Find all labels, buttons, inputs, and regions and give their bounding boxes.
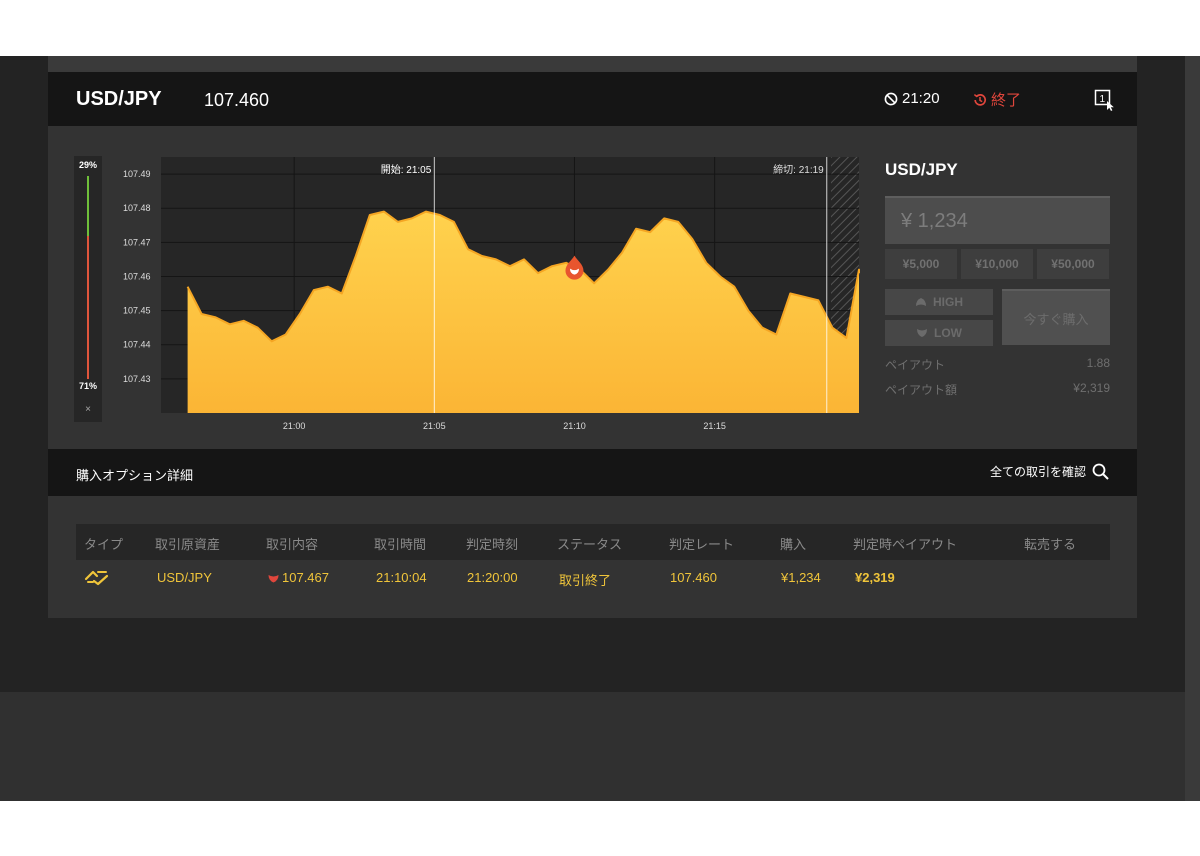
y-tick-label: 107.47	[123, 237, 151, 247]
options-title: 購入オプション詳細	[76, 468, 194, 483]
th-purchase: 購入	[780, 537, 807, 552]
gauge-low-bar	[87, 236, 89, 379]
x-tick-label: 21:00	[283, 421, 306, 431]
end-time-label: 締切: 21:19	[773, 163, 824, 176]
th-judge-rate: 判定レート	[669, 537, 735, 552]
right-scroll-strip	[1185, 56, 1200, 801]
no-entry-icon	[884, 92, 898, 105]
gauge-low-percent: 71%	[78, 381, 97, 391]
table-row[interactable]: USD/JPY 107.467 21:10:04 21:20:00 取引終了 1…	[76, 560, 1110, 596]
row-purchase: ¥1,234	[781, 570, 821, 585]
expiry-timer: 21:20	[884, 90, 940, 107]
sentiment-gauge: 29% 71% ×	[74, 156, 102, 422]
preset-5000-button[interactable]: ¥5,000	[885, 249, 957, 279]
high-label: HIGH	[933, 295, 963, 309]
pair-title: USD/JPY	[76, 88, 162, 110]
table-header-row: タイプ 取引原資産 取引内容 取引時間 判定時刻 ステータス 判定レート 購入 …	[76, 524, 1110, 560]
svg-text:1: 1	[1100, 94, 1106, 105]
top-band	[48, 56, 1137, 72]
high-button[interactable]: HIGH	[885, 289, 993, 315]
row-payout: ¥2,319	[855, 570, 895, 585]
row-judge-rate: 107.460	[670, 570, 717, 585]
amount-input[interactable]: ¥ 1,234	[885, 196, 1110, 244]
payout-amount-label: ペイアウト額	[885, 383, 958, 397]
order-pair-title: USD/JPY	[885, 160, 958, 179]
trade-header: USD/JPY 107.460 21:20 終了 1	[48, 72, 1137, 126]
row-trade-time: 21:10:04	[376, 570, 427, 585]
gauge-high-bar	[87, 176, 89, 236]
view-all-trades-link[interactable]: 全ての取引を確認	[990, 463, 1109, 480]
order-panel: USD/JPY ¥ 1,234 ¥5,000 ¥10,000 ¥50,000 H…	[885, 160, 1110, 398]
preset-row: ¥5,000 ¥10,000 ¥50,000	[885, 249, 1110, 279]
trading-panel: 29% 71% × 107.49 107.48 107.47 107.46 107.45…	[48, 126, 1137, 449]
y-tick-label: 107.46	[123, 271, 151, 281]
low-button[interactable]: LOW	[885, 320, 993, 346]
search-icon	[1092, 463, 1109, 480]
row-asset: USD/JPY	[157, 570, 212, 585]
start-time-label: 開始: 21:05	[381, 163, 432, 176]
row-status: 取引終了	[559, 573, 612, 588]
high-low-type-icon	[84, 570, 109, 586]
current-price: 107.460	[204, 90, 270, 110]
expiry-time: 21:20	[902, 90, 940, 107]
gauge-close-icon[interactable]: ×	[74, 404, 102, 415]
payout-value: 1.88	[1086, 356, 1110, 370]
preset-10000-button[interactable]: ¥10,000	[961, 249, 1033, 279]
trade-status-label: 終了	[991, 92, 1022, 109]
y-tick-label: 107.43	[123, 374, 151, 384]
row-content: 107.467	[268, 570, 329, 585]
x-tick-label: 21:15	[703, 421, 726, 431]
y-tick-label: 107.45	[123, 306, 151, 316]
th-payout: 判定時ペイアウト	[853, 537, 958, 552]
gauge-high-percent: 29%	[78, 160, 97, 170]
direction-buttons: HIGH LOW	[885, 289, 993, 346]
options-header: 購入オプション詳細 全ての取引を確認	[48, 449, 1137, 496]
single-window-icon[interactable]: 1	[1094, 89, 1116, 111]
page-footer-area	[0, 692, 1185, 801]
direction-row: HIGH LOW 今すぐ購入	[885, 289, 1110, 346]
payout-amount-value: ¥2,319	[1073, 381, 1110, 395]
x-tick-label: 21:05	[423, 421, 446, 431]
preset-50000-button[interactable]: ¥50,000	[1037, 249, 1109, 279]
payout-amount-row: ペイアウト額 ¥2,319	[885, 381, 1110, 398]
buy-now-button[interactable]: 今すぐ購入	[1002, 289, 1110, 345]
y-tick-label: 107.44	[123, 340, 151, 350]
price-chart: 107.49 107.48 107.47 107.46 107.45 107.44 107.…	[123, 157, 860, 431]
th-status: ステータス	[557, 537, 623, 552]
x-tick-label: 21:10	[563, 421, 586, 431]
low-arrow-icon	[917, 329, 927, 337]
th-content: 取引内容	[266, 537, 319, 552]
history-icon	[973, 93, 986, 106]
high-arrow-icon	[916, 298, 926, 306]
row-content-value: 107.467	[282, 570, 329, 585]
y-tick-label: 107.49	[123, 169, 151, 179]
trade-status: 終了	[972, 89, 1021, 110]
th-trade-time: 取引時間	[374, 537, 427, 552]
y-tick-label: 107.48	[123, 203, 151, 213]
options-table: タイプ 取引原資産 取引内容 取引時間 判定時刻 ステータス 判定レート 購入 …	[48, 496, 1137, 618]
low-label: LOW	[934, 326, 962, 340]
payout-rate-row: ペイアウト 1.88	[885, 356, 1110, 373]
payout-label: ペイアウト	[885, 358, 946, 372]
th-type: タイプ	[84, 537, 124, 552]
th-judge-time: 判定時刻	[466, 537, 519, 552]
th-resell: 転売する	[1024, 537, 1077, 552]
th-asset: 取引原資産	[155, 537, 221, 552]
low-direction-icon	[268, 575, 279, 583]
row-judge-time: 21:20:00	[467, 570, 518, 585]
view-all-label: 全ての取引を確認	[989, 465, 1086, 479]
